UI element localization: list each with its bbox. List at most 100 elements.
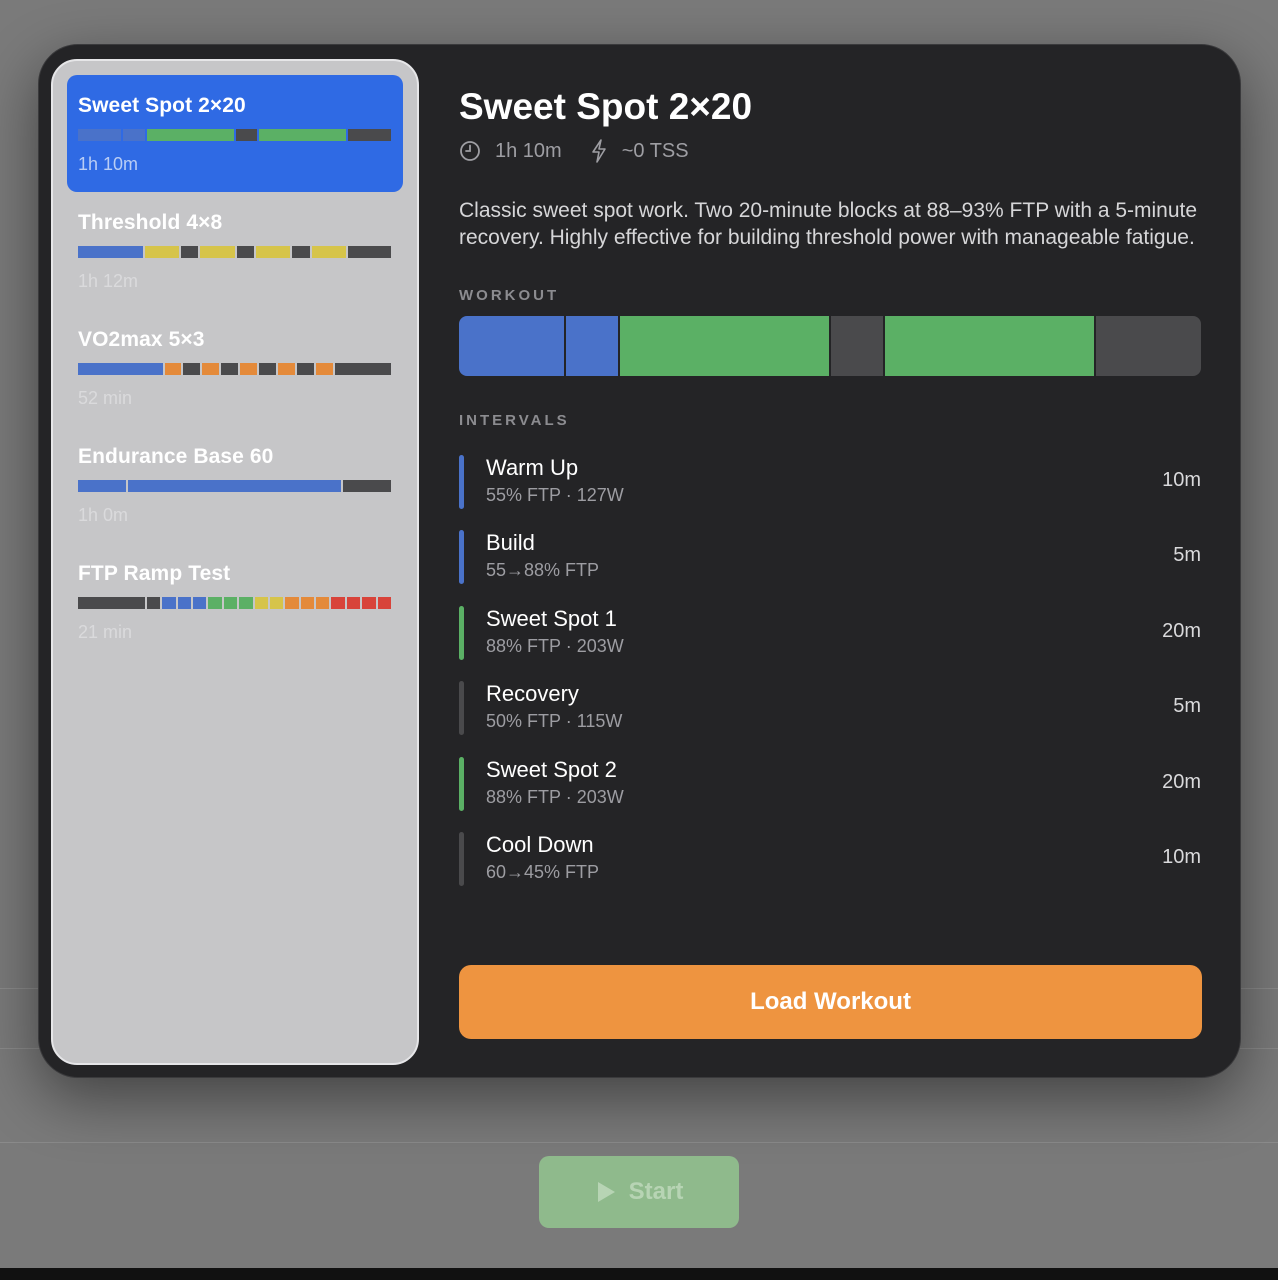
- interval-name: Build: [486, 530, 535, 556]
- workout-list-item[interactable]: Endurance Base 60 1h 0m: [67, 426, 403, 543]
- profile-segment: [346, 597, 361, 609]
- interval-row: Recovery 50% FTP · 115W 5m: [459, 681, 1201, 756]
- workout-list-item-name: VO2max 5×3: [78, 328, 205, 351]
- profile-segment: [255, 246, 291, 258]
- play-icon: [597, 1182, 615, 1202]
- workout-list-item[interactable]: FTP Ramp Test 21 min: [67, 543, 403, 660]
- workout-mini-profile: [78, 129, 391, 141]
- backdrop-divider: [0, 1142, 1278, 1143]
- profile-segment: [235, 129, 258, 141]
- profile-segment: [315, 363, 333, 375]
- workout-description: Classic sweet spot work. Two 20-minute b…: [459, 199, 1198, 249]
- interval-detail: 55→88% FTP: [486, 560, 600, 581]
- profile-segment: [177, 597, 192, 609]
- workout-block: [1096, 316, 1201, 376]
- profile-segment: [292, 246, 310, 258]
- profile-segment: [311, 246, 346, 258]
- interval-duration: 20m: [1162, 619, 1201, 642]
- profile-segment: [146, 129, 234, 141]
- load-workout-button[interactable]: Load Workout: [459, 965, 1202, 1039]
- workout-list-item-duration: 52 min: [78, 388, 133, 408]
- workout-mini-profile: [78, 363, 392, 375]
- interval-name: Cool Down: [486, 831, 594, 857]
- interval-row: Cool Down 60→45% FTP 10m: [459, 831, 1201, 907]
- interval-name: Sweet Spot 2: [486, 756, 617, 782]
- workout-section-label: WORKOUT: [459, 287, 560, 304]
- interval-duration: 5m: [1173, 695, 1201, 718]
- profile-segment: [123, 129, 145, 141]
- profile-segment: [78, 597, 145, 609]
- workout-mini-profile: [78, 480, 391, 492]
- interval-duration: 5m: [1173, 544, 1201, 567]
- interval-zone-stripe: [459, 605, 464, 660]
- profile-segment: [300, 597, 315, 609]
- profile-segment: [78, 480, 127, 492]
- interval-duration: 20m: [1162, 770, 1201, 793]
- workout-meta: 1h 10m ~0 TSS: [459, 139, 1201, 163]
- workout-list-item-duration: 21 min: [78, 622, 133, 642]
- profile-segment: [316, 597, 330, 609]
- bolt-icon: [591, 139, 606, 163]
- profile-segment: [285, 597, 299, 609]
- profile-segment: [259, 129, 346, 141]
- interval-zone-stripe: [459, 455, 464, 509]
- interval-name: Recovery: [486, 681, 579, 707]
- profile-segment: [331, 597, 345, 609]
- profile-segment: [162, 597, 176, 609]
- start-label: Start: [628, 1178, 684, 1205]
- workout-list-item[interactable]: Threshold 4×8 1h 12m: [67, 192, 403, 309]
- workout-list: Sweet Spot 2×20 1h 10m Threshold 4×8 1h 12m…: [51, 59, 419, 1065]
- workout-block: [885, 316, 1095, 376]
- workout-list-item[interactable]: VO2max 5×3 52 min: [67, 309, 403, 426]
- workout-list-item-name: Threshold 4×8: [78, 211, 223, 234]
- profile-segment: [347, 129, 391, 141]
- workout-mini-profile: [78, 246, 392, 258]
- profile-segment: [183, 363, 201, 375]
- profile-segment: [236, 246, 254, 258]
- interval-name: Sweet Spot 1: [486, 605, 617, 631]
- profile-segment: [223, 597, 238, 609]
- interval-detail: 50% FTP · 115W: [486, 711, 623, 732]
- workout-block: [459, 316, 564, 376]
- workout-block: [831, 316, 884, 376]
- profile-segment: [240, 363, 258, 375]
- workout-profile-bar: [459, 316, 1201, 376]
- workout-title: Sweet Spot 2×20: [459, 86, 753, 127]
- workout-tss: ~0 TSS: [621, 139, 689, 162]
- profile-segment: [334, 363, 392, 375]
- profile-segment: [202, 363, 220, 375]
- profile-segment: [296, 363, 314, 375]
- interval-zone-stripe: [459, 530, 464, 585]
- interval-detail: 88% FTP · 203W: [486, 635, 624, 656]
- interval-detail: 55% FTP · 127W: [486, 485, 624, 505]
- profile-segment: [144, 246, 179, 258]
- workout-block: [619, 316, 829, 376]
- profile-segment: [78, 363, 163, 375]
- workout-list-item-duration: 1h 12m: [78, 271, 139, 291]
- profile-segment: [377, 597, 391, 609]
- interval-zone-stripe: [459, 756, 464, 811]
- interval-detail: 88% FTP · 203W: [486, 786, 624, 807]
- bottom-edge: [0, 1268, 1278, 1280]
- interval-row: Sweet Spot 2 88% FTP · 203W 20m: [459, 756, 1201, 832]
- start-button[interactable]: Start: [539, 1156, 739, 1228]
- profile-segment: [254, 597, 268, 609]
- profile-segment: [269, 597, 284, 609]
- profile-segment: [78, 129, 122, 141]
- workout-list-item-duration: 1h 10m: [78, 154, 139, 174]
- intervals-list: Warm Up 55% FTP · 127W 10m Build 55→88% FTP 5…: [459, 455, 1201, 907]
- workout-list-item-name: Endurance Base 60: [78, 445, 274, 468]
- workout-duration: 1h 10m: [495, 139, 562, 162]
- interval-duration: 10m: [1162, 469, 1201, 491]
- workout-list-item-duration: 1h 0m: [78, 505, 129, 525]
- workout-picker-modal: Sweet Spot 2×20 1h 10m Threshold 4×8 1h 12m…: [38, 44, 1241, 1078]
- interval-zone-stripe: [459, 831, 464, 886]
- profile-segment: [200, 246, 235, 258]
- workout-list-item[interactable]: Sweet Spot 2×20 1h 10m: [67, 75, 403, 192]
- interval-row: Warm Up 55% FTP · 127W 10m: [459, 455, 1201, 530]
- intervals-section-label: INTERVALS: [459, 412, 570, 429]
- profile-segment: [277, 363, 295, 375]
- interval-zone-stripe: [459, 681, 464, 736]
- workout-block: [565, 316, 618, 376]
- interval-row: Sweet Spot 1 88% FTP · 203W 20m: [459, 605, 1201, 681]
